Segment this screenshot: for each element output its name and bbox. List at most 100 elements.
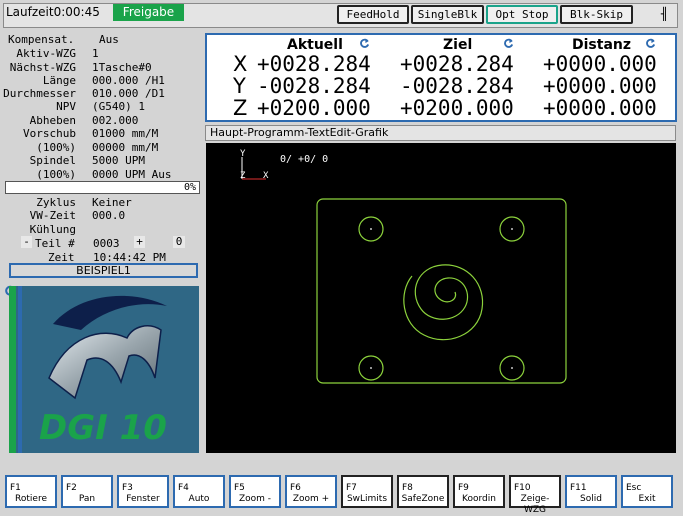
status-row-label: Nächst-WZG xyxy=(9,61,76,74)
fkey-label: Zeige-WZG xyxy=(520,494,550,515)
fkey-f3-button[interactable]: F3 Fenster xyxy=(117,475,169,508)
position-display: Aktuell Ziel Distanz X +0028.284 +0028.284… xyxy=(205,33,677,122)
fkey-f11-button[interactable]: F11 Solid xyxy=(565,475,617,508)
status-row-label: NPV xyxy=(56,100,76,113)
fkey-code: F8 xyxy=(402,483,413,493)
status-row: (100%) 00000 mm/M xyxy=(6,141,202,155)
cycle-row: Kühlung xyxy=(6,223,202,237)
target-value: -0028.284 xyxy=(400,74,514,98)
logo-graphic: DGI 10 xyxy=(9,286,167,453)
cycle-row: VW-Zeit 000.0 xyxy=(6,209,202,223)
refresh-icon[interactable] xyxy=(503,38,514,49)
distance-value: +0000.000 xyxy=(543,74,657,98)
axis-label: Z xyxy=(233,96,248,120)
distance-value: +0000.000 xyxy=(543,52,657,76)
status-row-value: Aus xyxy=(99,33,119,46)
cycle-row-label: Kühlung xyxy=(29,223,76,236)
position-readout: 0/ +0/ 0 xyxy=(280,154,328,165)
fkey-label: Koordin xyxy=(462,494,496,504)
status-row-label: Durchmesser xyxy=(3,87,76,100)
axis-y-label: Y xyxy=(240,149,246,159)
fkey-f1-button[interactable]: F1 Rotiere xyxy=(5,475,57,508)
header-distance: Distanz xyxy=(572,37,632,53)
axis-label: X xyxy=(233,52,248,76)
optstop-button[interactable]: Opt Stop xyxy=(486,5,558,24)
singleblk-button[interactable]: SingleBlk xyxy=(411,5,484,24)
runtime-value: 0:00:45 xyxy=(53,5,100,19)
status-row: Nächst-WZG 1Tasche#0 xyxy=(6,61,202,75)
fkey-label: Fenster xyxy=(126,494,160,504)
fkey-code: F10 xyxy=(514,483,531,493)
part-value: 0003 xyxy=(93,237,120,250)
toolpath-canvas[interactable]: Y Z X 0/ +0/ 0 xyxy=(206,143,676,453)
fkey-code: F11 xyxy=(570,483,587,493)
cycle-row-value: 000.0 xyxy=(92,209,126,222)
fkey-f2-button[interactable]: F2 Pan xyxy=(61,475,113,508)
status-row-label: Vorschub xyxy=(23,127,76,140)
part-decrement-button[interactable]: - xyxy=(21,236,32,248)
axis-x-label: X xyxy=(263,171,269,181)
fkey-code: F3 xyxy=(122,483,133,493)
graphic-title: Haupt-Programm-TextEdit-Grafik xyxy=(205,125,676,141)
refresh-icon[interactable] xyxy=(645,38,656,49)
logo-text: DGI 10 xyxy=(39,408,167,448)
status-row-label: Abheben xyxy=(29,114,76,127)
fkey-code: F1 xyxy=(10,483,21,493)
status-row-label: Aktiv-WZG xyxy=(16,47,76,60)
fkey-label: Auto xyxy=(188,494,210,504)
release-indicator[interactable]: Freigabe xyxy=(113,4,184,21)
runtime-display: Laufzeit0:00:45 xyxy=(6,5,100,19)
fkey-label: Pan xyxy=(78,494,96,504)
fkey-label: Exit xyxy=(638,494,656,504)
fkey-f6-button[interactable]: F6 Zoom + xyxy=(285,475,337,508)
progress-text: 0% xyxy=(183,182,196,193)
refresh-icon[interactable] xyxy=(359,38,370,49)
status-row-value: 000.000 /H1 xyxy=(92,74,165,87)
fkey-code: F2 xyxy=(66,483,77,493)
fkey-label: Rotiere xyxy=(15,494,47,504)
status-row-value: 010.000 /D1 xyxy=(92,87,165,100)
status-row: Abheben 002.000 xyxy=(6,114,202,128)
toolpath xyxy=(316,198,567,384)
status-row-label: (100%) xyxy=(36,168,76,181)
cycle-row-label: Zyklus xyxy=(36,196,76,209)
fkey-code: F6 xyxy=(290,483,301,493)
header-target: Ziel xyxy=(443,37,473,53)
status-row-value: 01000 mm/M xyxy=(92,127,159,140)
axis-label: Y xyxy=(233,74,246,98)
workpiece-outline xyxy=(316,198,567,384)
cycle-row-value: Keiner xyxy=(92,196,132,209)
fkey-f10-button[interactable]: F10 Zeige-WZG xyxy=(509,475,561,515)
target-value: +0200.000 xyxy=(400,96,514,120)
blkskip-button[interactable]: Blk-Skip xyxy=(560,5,633,24)
fkey-f9-button[interactable]: F9 Koordin xyxy=(453,475,505,508)
status-row: Aktiv-WZG 1 xyxy=(6,47,202,61)
part-reset-button[interactable]: 0 xyxy=(173,236,185,248)
fkey-esc-button[interactable]: Esc Exit xyxy=(621,475,673,508)
status-row-label: (100%) xyxy=(36,141,76,154)
status-row-value: 1Tasche#0 xyxy=(92,61,152,74)
fkey-code: F9 xyxy=(458,483,469,493)
fkey-f8-button[interactable]: F8 SafeZone xyxy=(397,475,449,508)
fkey-f7-button[interactable]: F7 SwLimits xyxy=(341,475,393,508)
part-label: Teil # xyxy=(35,237,75,250)
target-value: +0028.284 xyxy=(400,52,514,76)
actual-value: +0028.284 xyxy=(257,52,371,76)
fkey-f5-button[interactable]: F5 Zoom - xyxy=(229,475,281,508)
fkey-label: Zoom + xyxy=(292,494,330,504)
status-end-mark: ╢ xyxy=(661,7,669,21)
status-row: Länge 000.000 /H1 xyxy=(6,74,202,88)
actual-value: +0200.000 xyxy=(257,96,371,120)
cycle-row: Zyklus Keiner xyxy=(6,196,202,210)
fkey-f4-button[interactable]: F4 Auto xyxy=(173,475,225,508)
part-increment-button[interactable]: + xyxy=(134,236,145,248)
status-row-value: 002.000 xyxy=(92,114,139,127)
feedhold-button[interactable]: FeedHold xyxy=(337,5,409,24)
toolpath-graphic[interactable]: Y Z X 0/ +0/ 0 xyxy=(206,143,676,453)
fkey-label: SwLimits xyxy=(346,494,388,504)
hole-centers xyxy=(370,228,513,369)
program-name: BEISPIEL1 xyxy=(9,263,198,278)
dgi-logo: DGI 10 xyxy=(9,286,199,453)
spiral-pocket xyxy=(403,264,484,341)
fkey-code: F4 xyxy=(178,483,189,493)
